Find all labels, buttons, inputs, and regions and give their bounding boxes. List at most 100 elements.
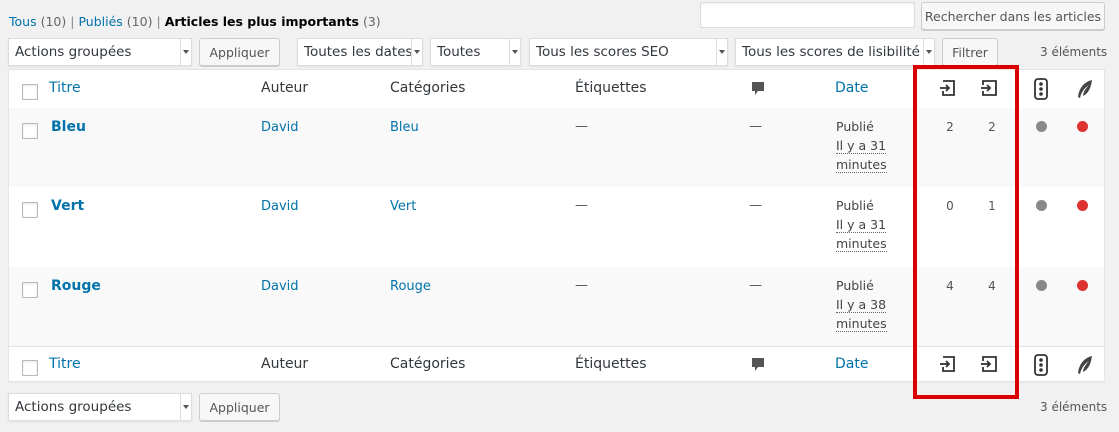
outgoing-links-count: 4 xyxy=(946,279,954,293)
bulk-actions-select-bottom[interactable]: Actions groupées xyxy=(8,393,192,421)
date-cell: Publié Il y a 31 minutes xyxy=(836,117,887,174)
filter-cornerstone-link[interactable]: Articles les plus importants xyxy=(165,14,359,29)
apply-button[interactable]: Appliquer xyxy=(199,38,280,66)
date-cell: Publié Il y a 31 minutes xyxy=(836,196,887,253)
post-date-line1: Il y a 31 xyxy=(836,138,887,154)
category-link[interactable]: Rouge xyxy=(390,279,431,294)
author-link[interactable]: David xyxy=(261,279,299,294)
post-title-link[interactable]: Rouge xyxy=(51,278,101,294)
post-title-link[interactable]: Bleu xyxy=(51,119,86,135)
post-status: Publié xyxy=(836,198,874,213)
row-checkbox[interactable] xyxy=(22,123,38,139)
outgoing-links-icon xyxy=(937,78,957,98)
tags-value: — xyxy=(575,198,588,213)
author-link[interactable]: David xyxy=(261,199,299,214)
comments-icon xyxy=(751,357,765,373)
post-date-line2: minutes xyxy=(836,316,887,332)
bulk-actions-select[interactable]: Actions groupées xyxy=(8,38,192,66)
incoming-links-count: 1 xyxy=(988,199,996,213)
seo-score-icon xyxy=(1034,78,1048,100)
readability-score-dot xyxy=(1077,200,1088,211)
incoming-links-count: 4 xyxy=(988,279,996,293)
chevron-down-icon xyxy=(411,39,422,65)
bulk-actions-value: Actions groupées xyxy=(15,44,132,60)
comments-icon xyxy=(751,81,765,97)
tags-value: — xyxy=(575,119,588,134)
column-tags: Étiquettes xyxy=(575,80,647,96)
row-checkbox[interactable] xyxy=(22,202,38,218)
chevron-down-icon xyxy=(923,39,934,65)
seo-score-dot xyxy=(1036,280,1047,291)
categories-filter-select[interactable]: Toutes xyxy=(430,38,521,66)
select-all-checkbox[interactable] xyxy=(22,360,38,376)
post-status: Publié xyxy=(836,119,874,134)
column-date[interactable]: Date xyxy=(835,80,868,96)
categories-filter-value: Toutes xyxy=(437,44,481,60)
column-tags: Étiquettes xyxy=(575,356,647,372)
column-date[interactable]: Date xyxy=(835,356,868,372)
seo-score-dot xyxy=(1036,200,1047,211)
category-link[interactable]: Vert xyxy=(390,199,416,214)
readability-score-dot xyxy=(1077,121,1088,132)
outgoing-links-count: 2 xyxy=(946,120,954,134)
seo-score-dot xyxy=(1036,121,1047,132)
table-row: Vert David Vert — — Publié Il y a 31 min… xyxy=(9,187,1104,267)
items-count: 3 éléments xyxy=(1040,45,1108,59)
posts-table: Titre Auteur Catégories Étiquettes Date … xyxy=(8,69,1105,382)
table-row: Bleu David Bleu — — Publié Il y a 31 min… xyxy=(9,108,1104,187)
chevron-down-icon xyxy=(180,39,191,65)
separator: | xyxy=(156,14,161,29)
chevron-down-icon xyxy=(180,394,191,420)
readability-icon xyxy=(1075,79,1093,99)
row-checkbox[interactable] xyxy=(22,282,38,298)
status-filter-links: Tous (10) | Publiés (10) | Articles les plus… xyxy=(9,14,381,29)
author-link[interactable]: David xyxy=(261,120,299,135)
readability-filter-value: Tous les scores de lisibilité xyxy=(742,44,920,60)
tags-value: — xyxy=(575,278,588,293)
outgoing-links-count: 0 xyxy=(946,199,954,213)
seo-score-filter-select[interactable]: Tous les scores SEO xyxy=(529,38,728,66)
seo-filter-value: Tous les scores SEO xyxy=(536,44,669,60)
column-categories: Catégories xyxy=(390,356,466,372)
incoming-links-icon xyxy=(979,78,999,98)
readability-filter-select[interactable]: Tous les scores de lisibilité xyxy=(735,38,935,66)
post-title-link[interactable]: Vert xyxy=(51,198,84,214)
dates-filter-value: Toutes les dates xyxy=(304,44,413,60)
category-link[interactable]: Bleu xyxy=(390,120,419,135)
incoming-links-icon xyxy=(979,354,999,374)
readability-icon xyxy=(1075,355,1093,375)
column-author: Auteur xyxy=(261,80,309,96)
post-date-line2: minutes xyxy=(836,157,887,173)
comments-value: — xyxy=(749,119,762,134)
column-title[interactable]: Titre xyxy=(49,356,81,372)
filter-published-link[interactable]: Publiés (10) xyxy=(78,14,152,29)
cornerstone-count: (3) xyxy=(362,14,381,29)
chevron-down-icon xyxy=(716,39,727,65)
post-date-line2: minutes xyxy=(836,236,887,252)
filter-all-link[interactable]: Tous (10) xyxy=(9,14,66,29)
table-footer: Titre Auteur Catégories Étiquettes Date xyxy=(9,346,1104,384)
date-cell: Publié Il y a 38 minutes xyxy=(836,276,887,333)
search-input[interactable] xyxy=(700,2,915,28)
incoming-links-count: 2 xyxy=(988,120,996,134)
column-author: Auteur xyxy=(261,356,309,372)
comments-value: — xyxy=(749,198,762,213)
select-all-checkbox[interactable] xyxy=(22,84,38,100)
apply-button-bottom[interactable]: Appliquer xyxy=(199,393,280,421)
dates-filter-select[interactable]: Toutes les dates xyxy=(297,38,423,66)
post-date-line1: Il y a 38 xyxy=(836,297,887,313)
outgoing-links-icon xyxy=(937,354,957,374)
search-button[interactable]: Rechercher dans les articles xyxy=(921,2,1105,30)
items-count-bottom: 3 éléments xyxy=(1040,400,1108,414)
readability-score-dot xyxy=(1077,280,1088,291)
bulk-actions-value: Actions groupées xyxy=(15,399,132,415)
comments-value: — xyxy=(749,278,762,293)
post-date-line1: Il y a 31 xyxy=(836,217,887,233)
table-row: Rouge David Rouge — — Publié Il y a 38 m… xyxy=(9,267,1104,346)
table-header: Titre Auteur Catégories Étiquettes Date xyxy=(9,70,1104,109)
column-title[interactable]: Titre xyxy=(49,80,81,96)
seo-score-icon xyxy=(1034,354,1048,376)
filter-button[interactable]: Filtrer xyxy=(942,38,998,66)
separator: | xyxy=(70,14,75,29)
chevron-down-icon xyxy=(509,39,520,65)
